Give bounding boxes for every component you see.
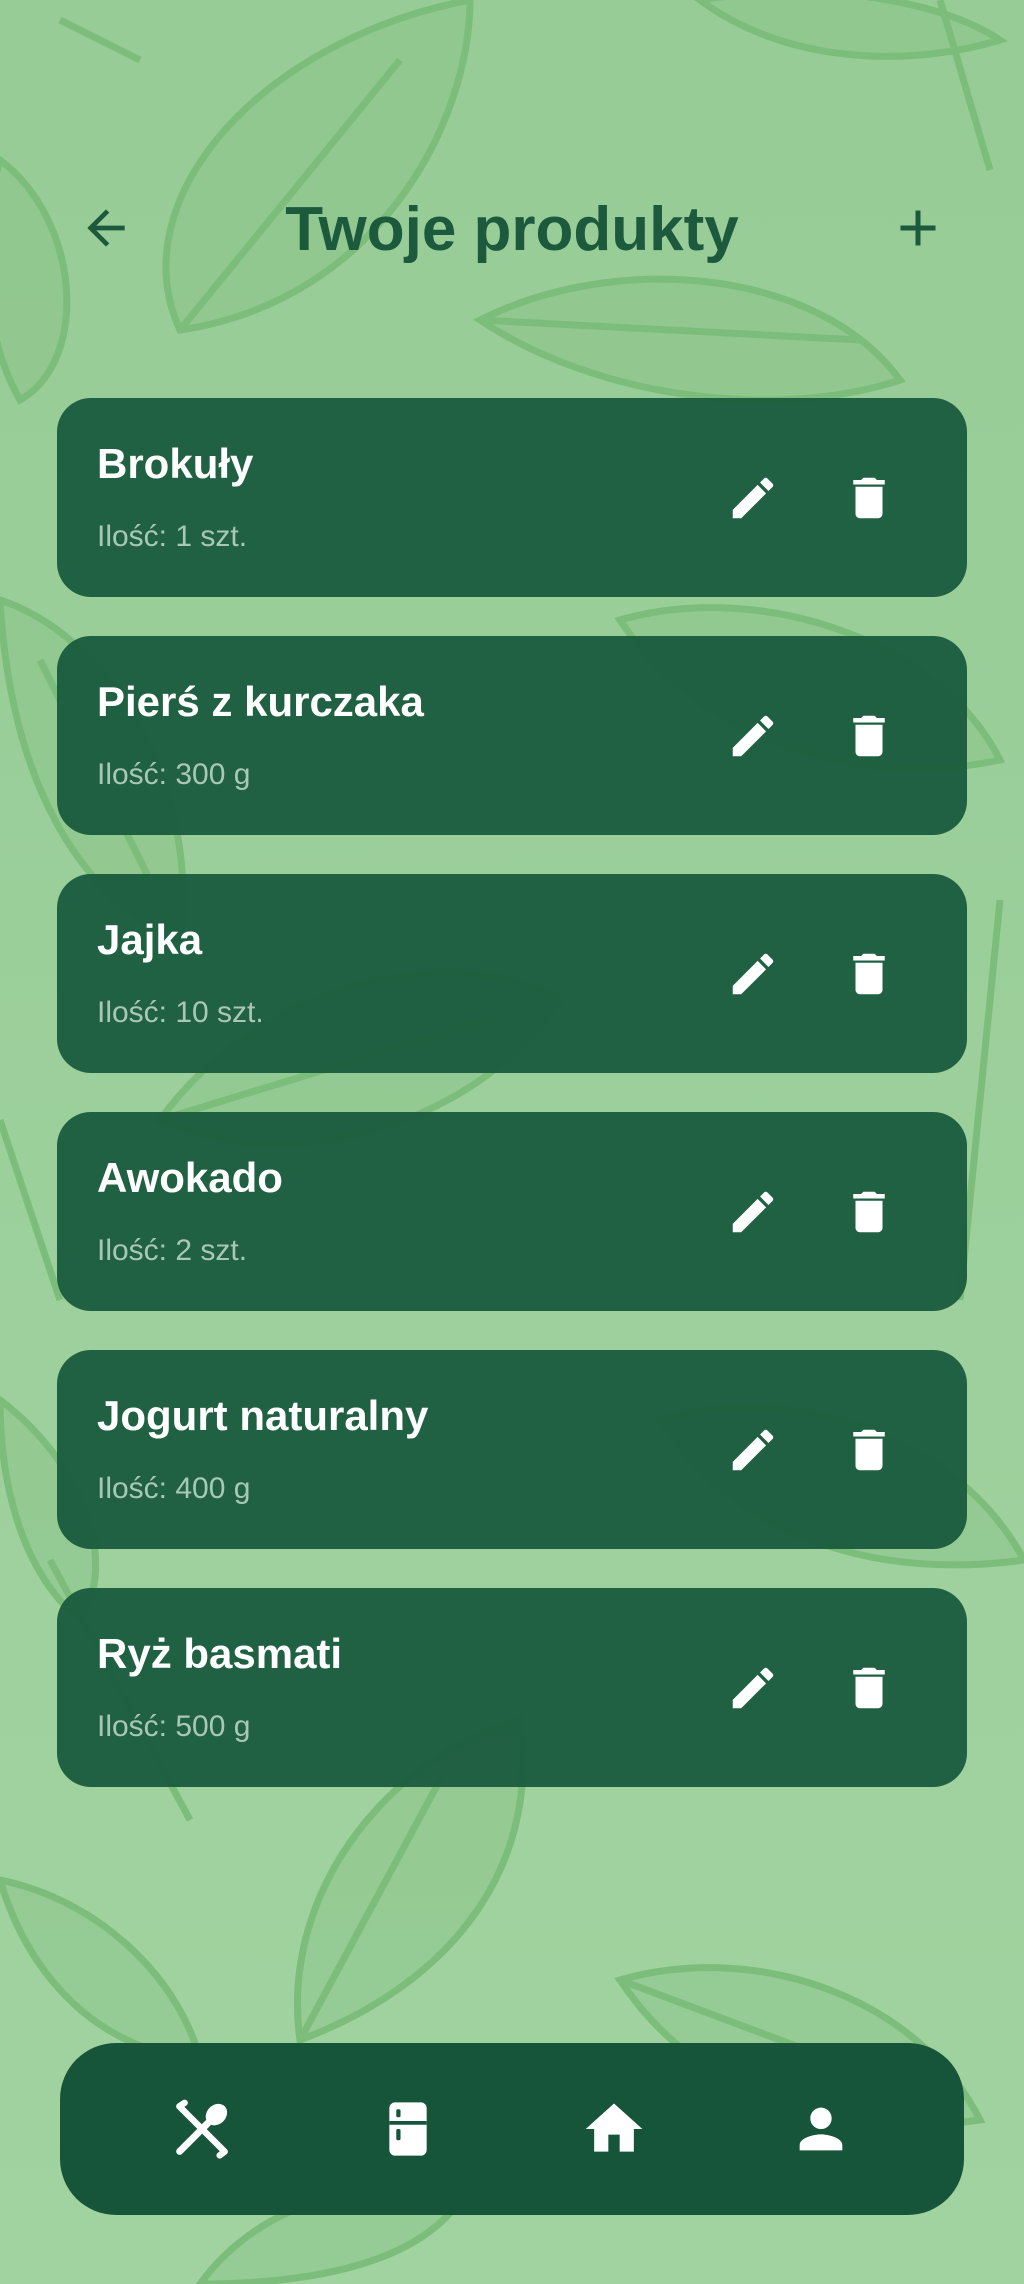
product-list: Brokuły Ilość: 1 szt. Pierś z kurczaka I… xyxy=(57,398,967,1826)
product-quantity: Ilość: 300 g xyxy=(97,758,251,791)
product-name: Ryż basmati xyxy=(97,1630,343,1677)
product-card[interactable]: Jogurt naturalny Ilość: 400 g xyxy=(57,1350,967,1549)
product-name: Brokuły xyxy=(97,440,254,487)
top-app-bar: Twoje produkty xyxy=(0,170,1024,290)
nav-profile[interactable] xyxy=(779,2087,863,2171)
product-quantity: Ilość: 400 g xyxy=(97,1472,251,1505)
edit-button[interactable] xyxy=(717,462,789,534)
pencil-icon xyxy=(732,477,774,519)
trash-icon xyxy=(853,715,885,757)
fridge-icon xyxy=(389,2102,427,2156)
trash-icon xyxy=(853,1429,885,1471)
pencil-icon xyxy=(732,1191,774,1233)
product-quantity: Ilość: 10 szt. xyxy=(97,996,264,1029)
product-card[interactable]: Brokuły Ilość: 1 szt. xyxy=(57,398,967,597)
product-name: Jogurt naturalny xyxy=(97,1392,429,1439)
product-card[interactable]: Ryż basmati Ilość: 500 g xyxy=(57,1588,967,1787)
nav-home[interactable] xyxy=(572,2087,656,2171)
trash-icon xyxy=(853,1667,885,1709)
add-product-button[interactable] xyxy=(882,192,954,264)
pencil-icon xyxy=(732,1667,774,1709)
trash-icon xyxy=(853,1191,885,1233)
product-name: Pierś z kurczaka xyxy=(97,678,424,725)
edit-button[interactable] xyxy=(717,1414,789,1486)
product-card[interactable]: Awokado Ilość: 2 szt. xyxy=(57,1112,967,1311)
pencil-icon xyxy=(732,715,774,757)
pencil-icon xyxy=(732,1429,774,1471)
delete-button[interactable] xyxy=(833,1652,905,1724)
back-button[interactable] xyxy=(70,192,142,264)
utensils-icon xyxy=(176,2099,228,2159)
page-title: Twoje produkty xyxy=(285,195,739,264)
trash-icon xyxy=(853,477,885,519)
edit-button[interactable] xyxy=(717,938,789,1010)
delete-button[interactable] xyxy=(833,1414,905,1486)
product-card[interactable]: Jajka Ilość: 10 szt. xyxy=(57,874,967,1073)
person-icon xyxy=(799,2107,843,2151)
product-name: Jajka xyxy=(97,916,203,963)
nav-fridge[interactable] xyxy=(366,2087,450,2171)
product-card[interactable]: Pierś z kurczaka Ilość: 300 g xyxy=(57,636,967,835)
edit-button[interactable] xyxy=(717,1652,789,1724)
plus-icon xyxy=(900,210,936,246)
delete-button[interactable] xyxy=(833,938,905,1010)
arrow-left-icon xyxy=(87,209,125,247)
delete-button[interactable] xyxy=(833,700,905,772)
product-quantity: Ilość: 2 szt. xyxy=(97,1234,248,1267)
bottom-navigation xyxy=(60,2043,964,2215)
edit-button[interactable] xyxy=(717,1176,789,1248)
delete-button[interactable] xyxy=(833,1176,905,1248)
delete-button[interactable] xyxy=(833,462,905,534)
pencil-icon xyxy=(732,953,774,995)
nav-recipes[interactable] xyxy=(160,2087,244,2171)
product-quantity: Ilość: 1 szt. xyxy=(97,520,248,553)
home-icon xyxy=(585,2103,643,2152)
product-quantity: Ilość: 500 g xyxy=(97,1710,251,1743)
edit-button[interactable] xyxy=(717,700,789,772)
product-name: Awokado xyxy=(97,1154,283,1201)
trash-icon xyxy=(853,953,885,995)
